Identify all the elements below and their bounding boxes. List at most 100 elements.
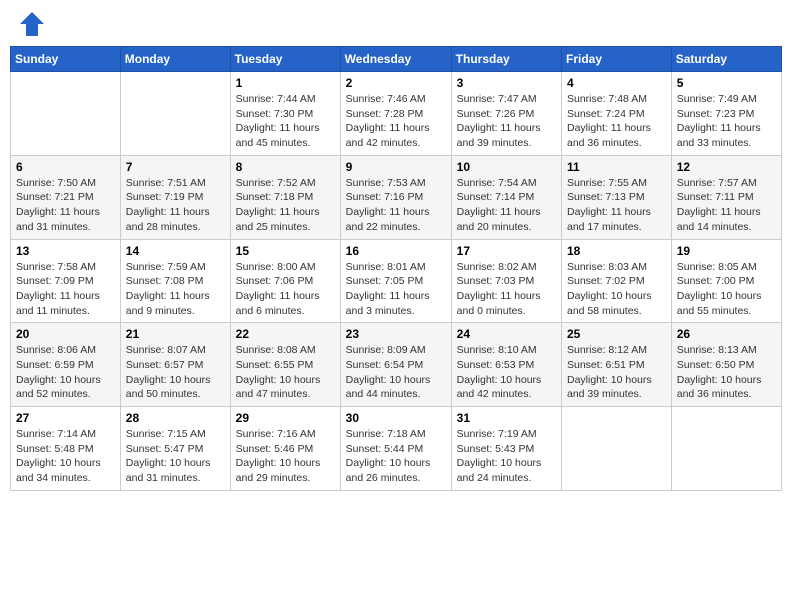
day-info: Sunrise: 7:14 AM Sunset: 5:48 PM Dayligh… [16,427,115,486]
weekday-header-wednesday: Wednesday [340,47,451,72]
weekday-header-sunday: Sunday [11,47,121,72]
calendar-cell: 5 Sunrise: 7:49 AM Sunset: 7:23 PM Daylig… [671,72,781,156]
day-number: 27 [16,411,115,425]
calendar-cell: 9 Sunrise: 7:53 AM Sunset: 7:16 PM Daylig… [340,155,451,239]
calendar-cell: 14Sunrise: 7:59 AM Sunset: 7:08 PM Dayli… [120,239,230,323]
calendar-cell: 18 Sunrise: 8:03 AM Sunset: 7:02 PM Dayli… [562,239,672,323]
day-info: Sunrise: 7:51 AM Sunset: 7:19 PM Dayligh… [126,176,225,235]
day-info: Sunrise: 8:02 AM Sunset: 7:03 PM Dayligh… [457,260,556,319]
page-header [10,10,782,38]
calendar-week-row: 13 Sunrise: 7:58 AM Sunset: 7:09 PM Dayli… [11,239,782,323]
calendar-cell: 30 Sunrise: 7:18 AM Sunset: 5:44 PM Dayli… [340,407,451,491]
day-info: Sunrise: 7:18 AM Sunset: 5:44 PM Dayligh… [346,427,446,486]
calendar-cell: 19 Sunrise: 8:05 AM Sunset: 7:00 PM Dayli… [671,239,781,323]
calendar-cell: 8Sunrise: 7:52 AM Sunset: 7:18 PM Daylig… [230,155,340,239]
calendar-cell [120,72,230,156]
day-number: 29 [236,411,335,425]
calendar-cell: 22 Sunrise: 8:08 AM Sunset: 6:55 PM Dayli… [230,323,340,407]
calendar-cell: 11 Sunrise: 7:55 AM Sunset: 7:13 PM Dayli… [562,155,672,239]
day-info: Sunrise: 7:44 AM Sunset: 7:30 PM Dayligh… [236,92,335,151]
day-info: Sunrise: 8:10 AM Sunset: 6:53 PM Dayligh… [457,343,556,402]
calendar-cell: 2Sunrise: 7:46 AM Sunset: 7:28 PM Daylig… [340,72,451,156]
day-number: 18 [567,244,666,258]
weekday-header-row: SundayMondayTuesdayWednesdayThursdayFrid… [11,47,782,72]
day-number: 13 [16,244,115,258]
logo [14,10,46,38]
calendar-cell: 27 Sunrise: 7:14 AM Sunset: 5:48 PM Dayli… [11,407,121,491]
day-info: Sunrise: 8:00 AM Sunset: 7:06 PM Dayligh… [236,260,335,319]
day-number: 25 [567,327,666,341]
day-number: 28 [126,411,225,425]
day-number: 20 [16,327,115,341]
calendar-cell: 13 Sunrise: 7:58 AM Sunset: 7:09 PM Dayli… [11,239,121,323]
weekday-header-saturday: Saturday [671,47,781,72]
day-info: Sunrise: 7:19 AM Sunset: 5:43 PM Dayligh… [457,427,556,486]
day-number: 2 [346,76,446,90]
day-info: Sunrise: 7:49 AM Sunset: 7:23 PM Dayligh… [677,92,776,151]
calendar-cell: 6 Sunrise: 7:50 AM Sunset: 7:21 PM Daylig… [11,155,121,239]
weekday-header-monday: Monday [120,47,230,72]
day-number: 30 [346,411,446,425]
day-number: 6 [16,160,115,174]
day-info: Sunrise: 7:53 AM Sunset: 7:16 PM Dayligh… [346,176,446,235]
day-info: Sunrise: 7:47 AM Sunset: 7:26 PM Dayligh… [457,92,556,151]
day-info: Sunrise: 7:48 AM Sunset: 7:24 PM Dayligh… [567,92,666,151]
day-number: 26 [677,327,776,341]
day-number: 10 [457,160,556,174]
day-info: Sunrise: 8:09 AM Sunset: 6:54 PM Dayligh… [346,343,446,402]
day-info: Sunrise: 7:58 AM Sunset: 7:09 PM Dayligh… [16,260,115,319]
day-info: Sunrise: 7:15 AM Sunset: 5:47 PM Dayligh… [126,427,225,486]
calendar-week-row: 1 Sunrise: 7:44 AM Sunset: 7:30 PM Daylig… [11,72,782,156]
day-number: 15 [236,244,335,258]
calendar-cell: 16 Sunrise: 8:01 AM Sunset: 7:05 PM Dayli… [340,239,451,323]
day-number: 1 [236,76,335,90]
weekday-header-friday: Friday [562,47,672,72]
calendar-cell: 31Sunrise: 7:19 AM Sunset: 5:43 PM Dayli… [451,407,561,491]
calendar-cell: 3Sunrise: 7:47 AM Sunset: 7:26 PM Daylig… [451,72,561,156]
day-info: Sunrise: 7:50 AM Sunset: 7:21 PM Dayligh… [16,176,115,235]
day-number: 9 [346,160,446,174]
calendar-cell: 24 Sunrise: 8:10 AM Sunset: 6:53 PM Dayli… [451,323,561,407]
day-number: 21 [126,327,225,341]
calendar-table: SundayMondayTuesdayWednesdayThursdayFrid… [10,46,782,491]
weekday-header-tuesday: Tuesday [230,47,340,72]
calendar-cell: 12 Sunrise: 7:57 AM Sunset: 7:11 PM Dayli… [671,155,781,239]
day-number: 14 [126,244,225,258]
day-info: Sunrise: 8:05 AM Sunset: 7:00 PM Dayligh… [677,260,776,319]
calendar-cell: 4 Sunrise: 7:48 AM Sunset: 7:24 PM Daylig… [562,72,672,156]
calendar-cell: 10 Sunrise: 7:54 AM Sunset: 7:14 PM Dayli… [451,155,561,239]
day-info: Sunrise: 8:08 AM Sunset: 6:55 PM Dayligh… [236,343,335,402]
day-info: Sunrise: 7:54 AM Sunset: 7:14 PM Dayligh… [457,176,556,235]
day-number: 22 [236,327,335,341]
weekday-header-thursday: Thursday [451,47,561,72]
day-number: 16 [346,244,446,258]
calendar-cell: 1 Sunrise: 7:44 AM Sunset: 7:30 PM Daylig… [230,72,340,156]
day-info: Sunrise: 8:07 AM Sunset: 6:57 PM Dayligh… [126,343,225,402]
day-number: 4 [567,76,666,90]
calendar-cell: 7Sunrise: 7:51 AM Sunset: 7:19 PM Daylig… [120,155,230,239]
day-info: Sunrise: 7:55 AM Sunset: 7:13 PM Dayligh… [567,176,666,235]
day-number: 19 [677,244,776,258]
calendar-cell [671,407,781,491]
day-info: Sunrise: 7:16 AM Sunset: 5:46 PM Dayligh… [236,427,335,486]
calendar-week-row: 6 Sunrise: 7:50 AM Sunset: 7:21 PM Daylig… [11,155,782,239]
day-number: 12 [677,160,776,174]
calendar-cell: 26 Sunrise: 8:13 AM Sunset: 6:50 PM Dayli… [671,323,781,407]
day-info: Sunrise: 8:13 AM Sunset: 6:50 PM Dayligh… [677,343,776,402]
day-number: 5 [677,76,776,90]
day-number: 24 [457,327,556,341]
day-number: 11 [567,160,666,174]
day-info: Sunrise: 8:03 AM Sunset: 7:02 PM Dayligh… [567,260,666,319]
day-info: Sunrise: 7:52 AM Sunset: 7:18 PM Dayligh… [236,176,335,235]
calendar-cell: 15 Sunrise: 8:00 AM Sunset: 7:06 PM Dayli… [230,239,340,323]
day-info: Sunrise: 8:12 AM Sunset: 6:51 PM Dayligh… [567,343,666,402]
calendar-cell: 23Sunrise: 8:09 AM Sunset: 6:54 PM Dayli… [340,323,451,407]
calendar-cell [562,407,672,491]
day-info: Sunrise: 7:57 AM Sunset: 7:11 PM Dayligh… [677,176,776,235]
calendar-cell [11,72,121,156]
day-info: Sunrise: 8:01 AM Sunset: 7:05 PM Dayligh… [346,260,446,319]
calendar-week-row: 27 Sunrise: 7:14 AM Sunset: 5:48 PM Dayli… [11,407,782,491]
calendar-week-row: 20Sunrise: 8:06 AM Sunset: 6:59 PM Dayli… [11,323,782,407]
calendar-cell: 29 Sunrise: 7:16 AM Sunset: 5:46 PM Dayli… [230,407,340,491]
calendar-cell: 25 Sunrise: 8:12 AM Sunset: 6:51 PM Dayli… [562,323,672,407]
